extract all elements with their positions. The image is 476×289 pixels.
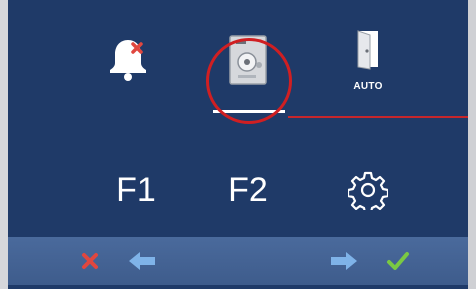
next-button[interactable] — [320, 237, 368, 285]
callout-line — [288, 116, 476, 118]
navigation-bar — [8, 237, 468, 285]
settings-button[interactable] — [328, 160, 408, 220]
auto-label: AUTO — [353, 81, 383, 92]
intercom-screen: AUTO F1 F2 — [8, 0, 476, 289]
arrow-left-icon — [129, 252, 155, 270]
cancel-button[interactable] — [66, 237, 114, 285]
highlight-circle — [206, 38, 292, 124]
checkmark-icon — [387, 252, 409, 270]
function-row: F1 F2 — [8, 160, 468, 220]
mute-ringtone-button[interactable] — [88, 20, 168, 100]
confirm-button[interactable] — [374, 237, 422, 285]
previous-button[interactable] — [118, 237, 166, 285]
f2-button[interactable]: F2 — [208, 160, 288, 220]
auto-door-button[interactable]: AUTO — [328, 20, 408, 100]
cancel-icon — [82, 253, 98, 269]
door-icon — [357, 30, 378, 70]
bell-muted-icon — [110, 40, 146, 81]
device-frame — [468, 0, 476, 289]
f1-button[interactable]: F1 — [96, 160, 176, 220]
gear-icon — [348, 171, 388, 210]
arrow-right-icon — [331, 252, 357, 270]
